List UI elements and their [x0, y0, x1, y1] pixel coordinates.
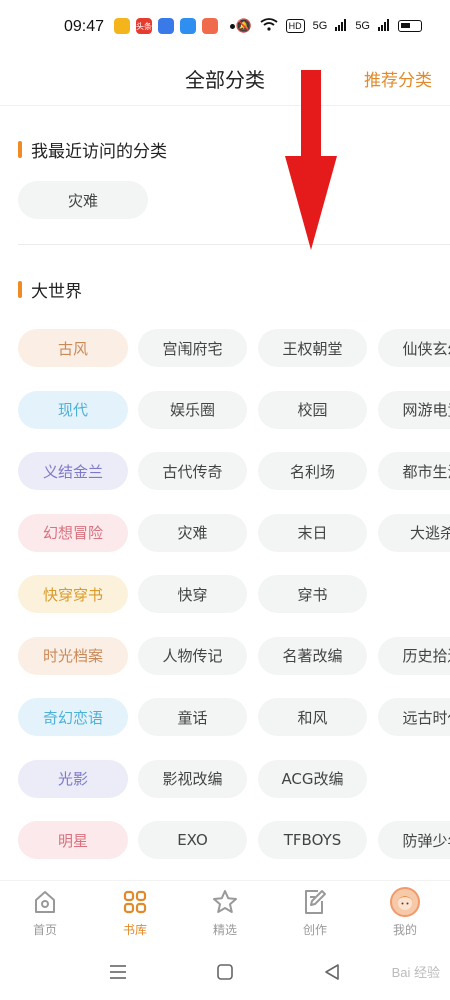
signal-bars-2-icon [378, 18, 390, 34]
category-primary-chip[interactable]: 快穿穿书 [18, 575, 128, 613]
nav-create[interactable]: 创作 [270, 887, 360, 938]
nav-home[interactable]: 首页 [0, 887, 90, 938]
category-row: 奇幻恋语童话和风远古时代 [18, 698, 450, 736]
page-header: 全部分类 推荐分类 [0, 56, 450, 106]
news-app-icon: 头条 [136, 18, 152, 34]
nav-library[interactable]: 书库 [90, 887, 180, 938]
nav-home-label: 首页 [32, 923, 57, 937]
category-chip[interactable]: 都市生活 [378, 452, 450, 490]
category-primary-chip[interactable]: 奇幻恋语 [18, 698, 128, 736]
category-chip[interactable]: 名著改编 [258, 636, 367, 675]
category-chip[interactable]: 王权朝堂 [258, 329, 367, 367]
grid-icon [120, 887, 150, 917]
category-chip[interactable]: 穿书 [258, 575, 367, 613]
category-primary-chip[interactable]: 古风 [18, 329, 128, 367]
category-primary-chip[interactable]: 幻想冒险 [18, 513, 128, 552]
category-chip[interactable]: 和风 [258, 698, 367, 736]
category-row: 时光档案人物传记名著改编历史拾遗 [18, 636, 450, 675]
nav-featured[interactable]: 精选 [180, 887, 270, 938]
category-chip[interactable]: 娱乐圈 [138, 390, 247, 429]
notification-dot-icon [230, 23, 235, 29]
category-chip[interactable]: 远古时代 [378, 698, 450, 736]
section-accent-bar [18, 141, 22, 158]
category-chip[interactable]: 人物传记 [138, 636, 247, 675]
status-bar: 09:47 头条 🔕 HD 5G 5G [0, 0, 450, 56]
nav-library-label: 书库 [122, 923, 147, 937]
baidu-app-icon [158, 18, 174, 34]
category-chip[interactable]: 大逃杀 [378, 513, 450, 552]
category-primary-chip[interactable]: 时光档案 [18, 636, 128, 675]
recommend-categories-link[interactable]: 推荐分类 [364, 66, 432, 91]
world-section-label: 大世界 [31, 282, 82, 302]
category-chip[interactable]: 历史拾遗 [378, 636, 450, 675]
back-icon[interactable] [320, 960, 344, 984]
category-chip[interactable]: 校园 [258, 390, 367, 429]
signal-1-label: 5G [312, 20, 328, 32]
section-accent-bar [18, 281, 22, 298]
category-primary-chip[interactable]: 义结金兰 [18, 452, 128, 490]
category-chip[interactable]: 童话 [138, 698, 247, 736]
category-primary-chip[interactable]: 光影 [18, 759, 128, 798]
red-down-arrow-icon [285, 70, 337, 250]
category-chip[interactable]: 末日 [258, 513, 367, 552]
category-row: 幻想冒险 灾难 末日 大逃杀 [18, 513, 450, 552]
category-chip[interactable]: 仙侠玄幻 [378, 329, 450, 367]
recent-category-chip[interactable]: 灾难 [18, 181, 148, 219]
category-chip[interactable]: EXO [138, 821, 247, 859]
menu-icon[interactable] [106, 960, 130, 984]
category-chip[interactable]: 快穿 [138, 575, 247, 613]
category-row: 古风宫闱府宅王权朝堂仙侠玄幻 [18, 329, 450, 367]
category-primary-chip[interactable]: 现代 [18, 390, 128, 429]
category-chip[interactable]: 宫闱府宅 [138, 329, 247, 367]
recent-section-label: 我最近访问的分类 [31, 142, 167, 162]
system-nav-bar: Bai 经验 [0, 944, 450, 1000]
category-row: 快穿穿书 快穿 穿书 [18, 575, 450, 613]
category-row: 现代娱乐圈校园网游电竞 [18, 390, 450, 429]
category-chip[interactable]: 防弹少年 [378, 821, 450, 859]
hd-badge: HD [285, 19, 305, 33]
category-chip[interactable]: ACG改编 [258, 759, 367, 798]
shop-app-icon [202, 18, 218, 34]
status-app-icons: 头条 [114, 18, 235, 34]
status-time: 09:47 [64, 18, 105, 35]
bottom-nav: 首页 书库 精选 创作 我的 [0, 880, 450, 944]
recent-section-title: 我最近访问的分类 [18, 137, 167, 162]
watermark: Bai 经验 [391, 965, 440, 980]
wifi-icon [260, 18, 278, 34]
edit-icon [300, 887, 330, 917]
category-row: 光影 影视改编 ACG改编 [18, 759, 450, 798]
avatar [390, 887, 420, 917]
status-right: 🔕 HD 5G 5G [235, 18, 422, 34]
browser-app-icon [180, 18, 196, 34]
category-chip[interactable]: 灾难 [138, 513, 247, 552]
category-chip[interactable]: 名利场 [258, 452, 367, 490]
category-chip[interactable]: 古代传奇 [138, 452, 247, 490]
notes-app-icon [114, 18, 130, 34]
screen: 09:47 头条 🔕 HD 5G 5G 全部分类 推荐分类 我最近访问的分类 灾… [0, 0, 450, 1000]
category-chip[interactable]: 影视改编 [138, 759, 247, 798]
signal-2-label: 5G [355, 20, 370, 32]
signal-bars-icon [335, 18, 347, 34]
mute-icon: 🔕 [235, 18, 252, 33]
nav-profile[interactable]: 我的 [360, 887, 450, 938]
home-icon [30, 887, 60, 917]
star-icon [210, 887, 240, 917]
category-primary-chip[interactable]: 明星 [18, 821, 128, 859]
avatar-icon [390, 887, 420, 917]
nav-create-label: 创作 [302, 923, 327, 937]
category-chip[interactable]: 网游电竞 [378, 390, 450, 429]
category-chip[interactable]: TFBOYS [258, 821, 367, 859]
world-section-title: 大世界 [18, 277, 82, 302]
section-divider [18, 244, 450, 245]
nav-featured-label: 精选 [212, 923, 237, 937]
category-row: 义结金兰古代传奇名利场都市生活 [18, 452, 450, 490]
nav-profile-label: 我的 [392, 923, 417, 937]
category-row: 明星 EXO TFBOYS 防弹少年 [18, 821, 450, 859]
battery-icon [398, 20, 422, 32]
home-square-icon[interactable] [213, 960, 237, 984]
